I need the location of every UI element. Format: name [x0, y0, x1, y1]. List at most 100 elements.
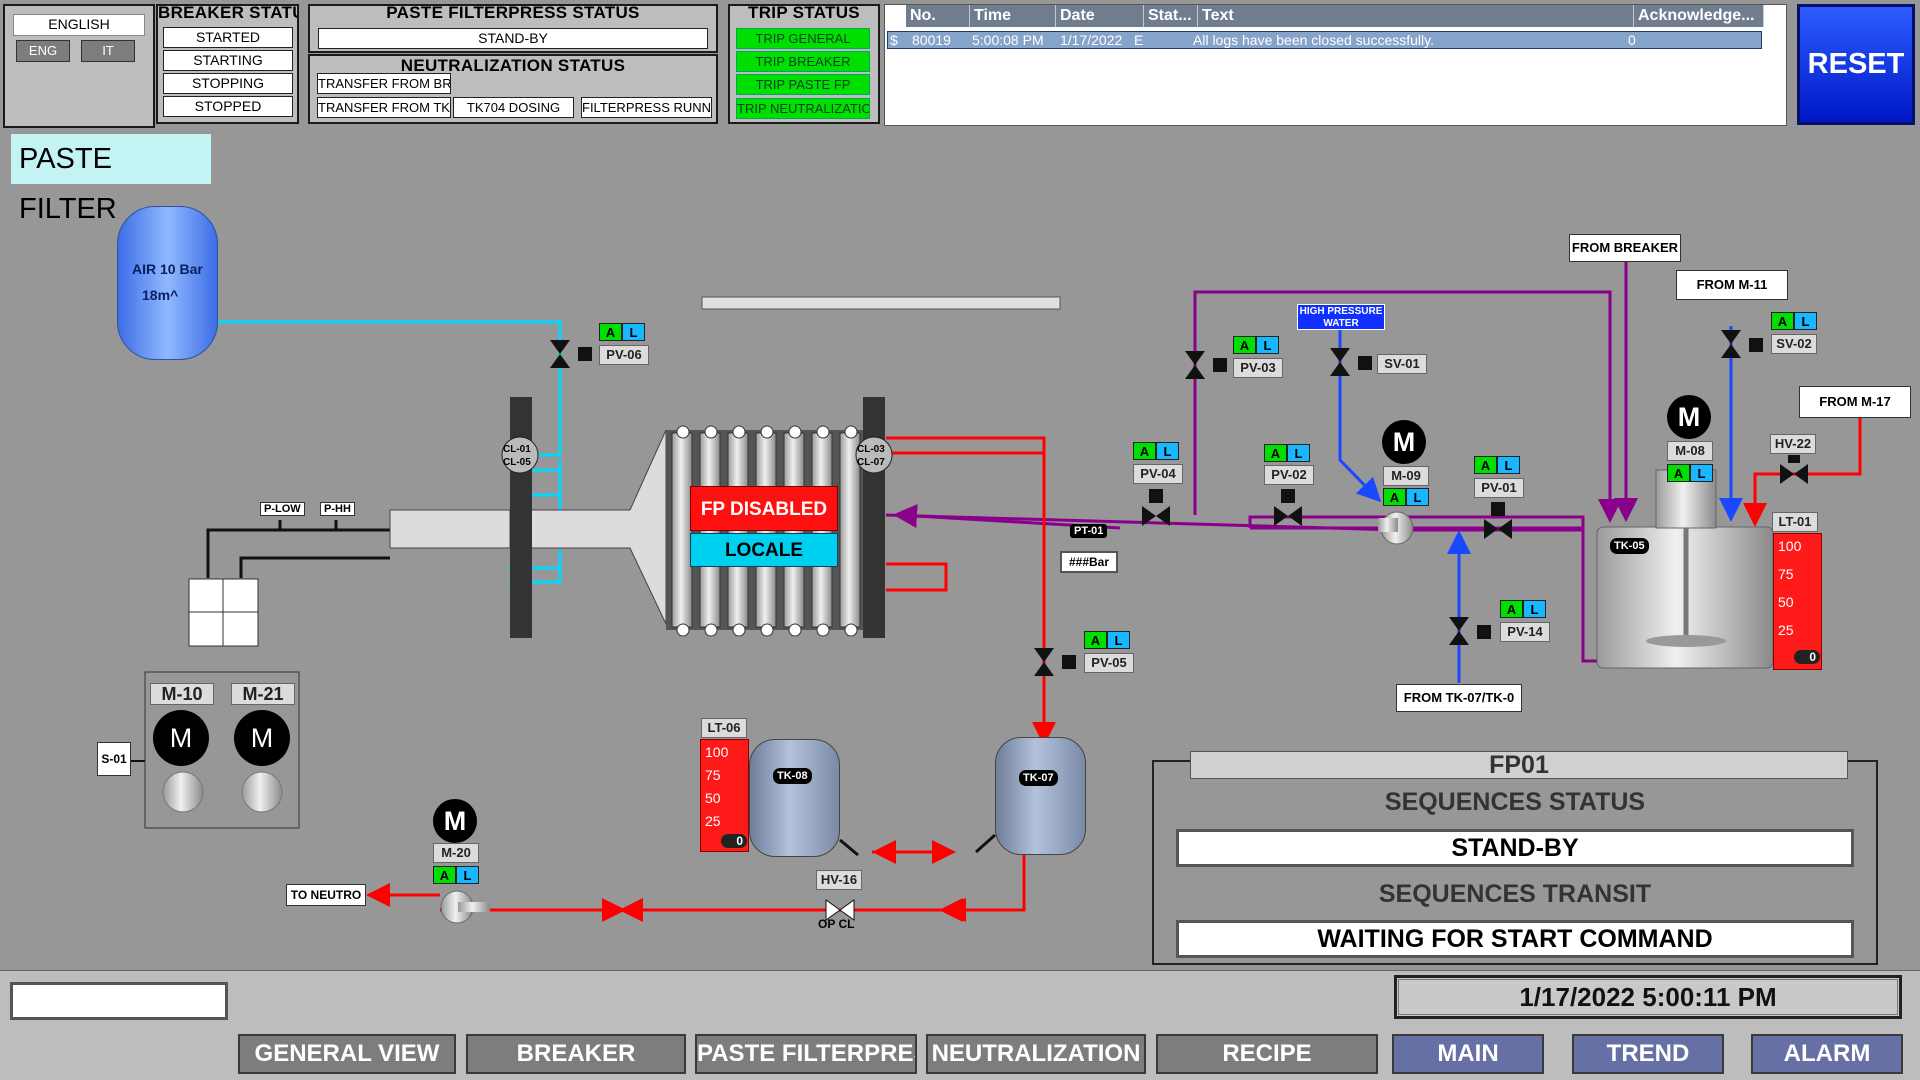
nav-neutralization[interactable]: NEUTRALIZATION	[926, 1034, 1146, 1074]
nav-trend[interactable]: TREND	[1572, 1034, 1724, 1074]
cl01-label: CL-01	[503, 444, 531, 455]
pv01-tag: PV-01	[1474, 478, 1524, 498]
lt06-scale-50: 50	[705, 790, 721, 806]
lt01-value: 0	[1794, 650, 1820, 664]
pv14-al[interactable]: AL	[1500, 600, 1546, 618]
tk07-label: TK-07	[1019, 770, 1058, 786]
auto-indicator: A	[1233, 336, 1256, 354]
hydraulic-lines	[206, 520, 390, 578]
tk08-label: TK-08	[773, 768, 812, 784]
pv03-tag: PV-03	[1233, 358, 1283, 378]
local-indicator: L	[1497, 456, 1520, 474]
tk05-blade	[1646, 635, 1726, 647]
from-m11-label: FROM M-11	[1676, 270, 1788, 300]
fp01-status-value: STAND-BY	[1176, 829, 1854, 867]
fp-mode-badge[interactable]: LOCALE	[690, 533, 838, 567]
lt06-scale-75: 75	[705, 767, 721, 783]
cl03-label: CL-03	[857, 444, 885, 455]
nav-alarm[interactable]: ALARM	[1751, 1034, 1903, 1074]
auto-indicator: A	[1500, 600, 1523, 618]
fp01-sequence-panel: FP01 SEQUENCES STATUS STAND-BY SEQUENCES…	[1152, 751, 1878, 965]
tk07-tank	[995, 737, 1086, 855]
nav-general-view[interactable]: GENERAL VIEW	[238, 1034, 456, 1074]
pv03-al[interactable]: AL	[1233, 336, 1279, 354]
lt06-scale-100: 100	[705, 744, 729, 760]
pv06-al[interactable]: AL	[599, 323, 645, 341]
pv14-tag: PV-14	[1500, 622, 1550, 642]
auto-indicator: A	[599, 323, 622, 341]
pv02-al[interactable]: AL	[1264, 444, 1310, 462]
nav-recipe[interactable]: RECIPE	[1156, 1034, 1378, 1074]
auto-indicator: A	[1084, 631, 1107, 649]
hv16-op-cl: OP CL	[818, 917, 855, 931]
pt01-tag: PT-01	[1070, 524, 1108, 538]
lt06-level-bar: 100 75 50 25 0	[700, 739, 749, 852]
auto-indicator: A	[1133, 442, 1156, 460]
pt01-value: ###Bar	[1060, 551, 1118, 573]
auto-indicator: A	[1667, 464, 1690, 482]
pv02-tag: PV-02	[1264, 465, 1314, 485]
air-receiver-tank: AIR 10 Bar 18m^	[117, 206, 218, 360]
pv01-al[interactable]: AL	[1474, 456, 1520, 474]
lt01-tag: LT-01	[1772, 512, 1818, 532]
m10-motor-icon[interactable]: M	[153, 710, 209, 766]
local-indicator: L	[1794, 312, 1817, 330]
air-tank-line1: AIR 10 Bar	[132, 261, 203, 277]
m20-al[interactable]: AL	[433, 866, 479, 884]
lt06-scale-25: 25	[705, 813, 721, 829]
pv05-al[interactable]: AL	[1084, 631, 1130, 649]
auto-indicator: A	[1383, 488, 1406, 506]
lt01-scale-50: 50	[1778, 594, 1794, 610]
cl05-label: CL-05	[503, 457, 531, 468]
m20-tag: M-20	[433, 843, 479, 863]
p-hh-tag: P-HH	[320, 502, 355, 516]
fp01-title: FP01	[1190, 751, 1848, 779]
m08-tag: M-08	[1667, 441, 1713, 461]
nav-breaker[interactable]: BREAKER	[466, 1034, 686, 1074]
press-top-bar	[701, 296, 1061, 310]
nav-paste-filterpress[interactable]: PASTE FILTERPRESS	[695, 1034, 917, 1074]
local-indicator: L	[1287, 444, 1310, 462]
auto-indicator: A	[1771, 312, 1794, 330]
fp-disabled-badge: FP DISABLED	[690, 486, 838, 531]
auto-indicator: A	[1474, 456, 1497, 474]
m08-al[interactable]: AL	[1667, 464, 1713, 482]
footer-datetime: 1/17/2022 5:00:11 PM	[1394, 975, 1902, 1019]
pv06-tag: PV-06	[599, 345, 649, 365]
tk08-connector	[839, 838, 859, 857]
tk08-tank	[749, 739, 840, 857]
to-neutro-label: TO NEUTRO	[286, 884, 366, 906]
pv04-tag: PV-04	[1133, 464, 1183, 484]
nav-main[interactable]: MAIN	[1392, 1034, 1544, 1074]
m08-motor-icon[interactable]: M	[1667, 395, 1711, 439]
lt06-value: 0	[721, 834, 747, 848]
lt01-scale-100: 100	[1778, 538, 1802, 554]
m21-tag: M-21	[231, 683, 295, 705]
pv04-al[interactable]: AL	[1133, 442, 1179, 460]
sv02-al[interactable]: AL	[1771, 312, 1817, 330]
auto-indicator: A	[1264, 444, 1287, 462]
air-tank-line2: 18m^	[142, 287, 179, 303]
hv22-tag: HV-22	[1770, 434, 1816, 454]
local-indicator: L	[1523, 600, 1546, 618]
high-pressure-water-label: HIGH PRESSURE WATER	[1297, 304, 1385, 330]
m09-al[interactable]: AL	[1383, 488, 1429, 506]
m10-tag: M-10	[150, 683, 214, 705]
m09-motor-icon[interactable]: M	[1382, 420, 1426, 464]
p-low-tag: P-LOW	[260, 502, 305, 516]
fp01-status-label: SEQUENCES STATUS	[1384, 788, 1646, 816]
sv01-tag: SV-01	[1377, 354, 1427, 374]
local-indicator: L	[1690, 464, 1713, 482]
footer-input[interactable]	[10, 982, 228, 1020]
auto-indicator: A	[433, 866, 456, 884]
tk05-label: TK-05	[1610, 538, 1649, 554]
fp01-transit-value: WAITING FOR START COMMAND	[1176, 920, 1854, 958]
tk07-connector	[974, 833, 997, 854]
from-tk07-label: FROM TK-07/TK-0	[1396, 684, 1522, 712]
lt01-level-bar: 100 75 50 25 0	[1773, 533, 1822, 670]
m20-motor-icon[interactable]: M	[433, 799, 477, 843]
lt01-scale-75: 75	[1778, 566, 1794, 582]
lt06-tag: LT-06	[701, 718, 747, 738]
press-right-frame	[863, 397, 885, 638]
m21-motor-icon[interactable]: M	[234, 710, 290, 766]
